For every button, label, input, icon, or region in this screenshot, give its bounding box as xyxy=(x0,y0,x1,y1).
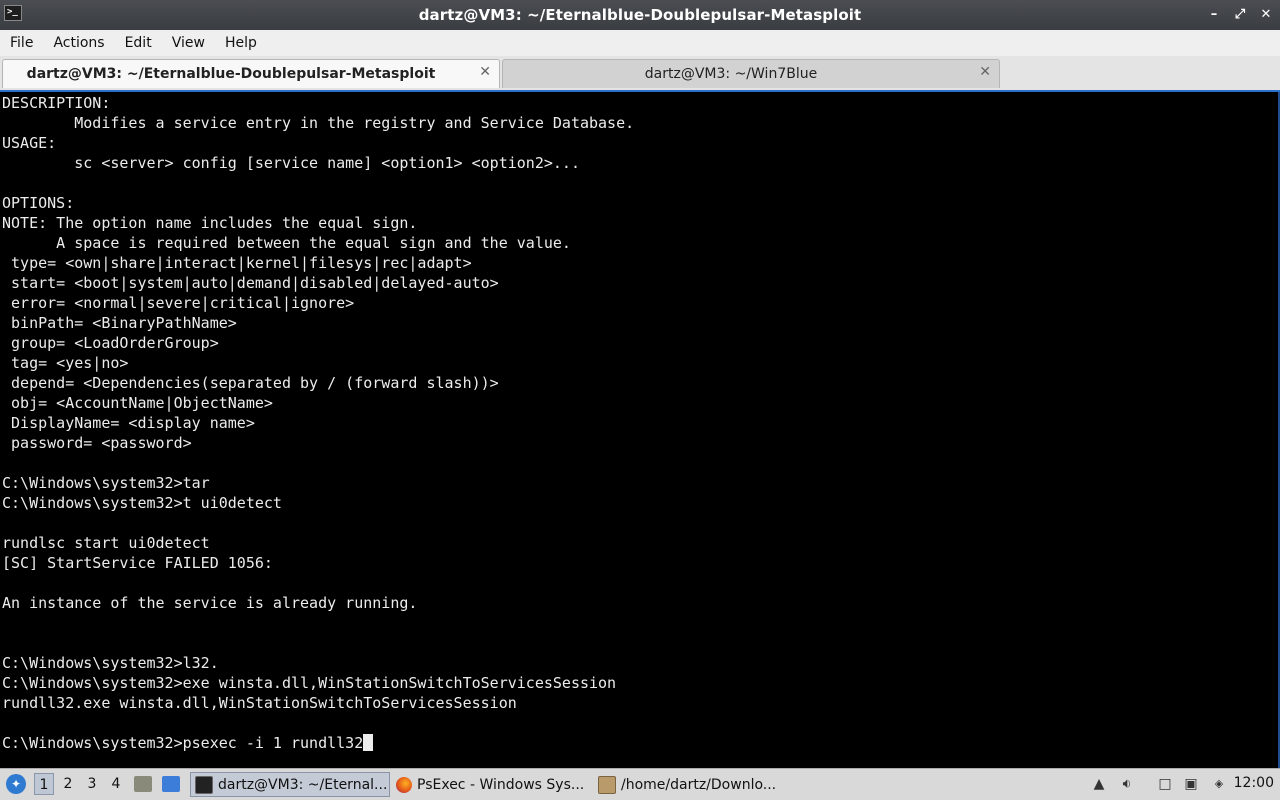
terminal-output[interactable]: DESCRIPTION: Modifies a service entry in… xyxy=(0,90,1280,768)
window-controls: – ⤢ ✕ xyxy=(1208,7,1272,22)
network-icon[interactable]: ▣ xyxy=(1182,775,1200,793)
volume-icon[interactable]: 🔉︎ xyxy=(1118,775,1136,793)
taskbar: ✦ 1 2 3 4 dartz@VM3: ~/Eternal... PsExec… xyxy=(0,768,1280,800)
terminal-line: An instance of the service is already ru… xyxy=(2,594,418,612)
terminal-line: rundlsc start ui0detect xyxy=(2,534,210,552)
task-terminal[interactable]: dartz@VM3: ~/Eternal... xyxy=(190,772,390,797)
close-icon[interactable]: ✕ xyxy=(1260,7,1272,22)
tab-label: dartz@VM3: ~/Win7Blue xyxy=(644,66,818,82)
workspace-1[interactable]: 1 xyxy=(34,773,54,795)
terminal-line: OPTIONS: xyxy=(2,194,75,212)
file-manager-icon[interactable] xyxy=(134,776,152,792)
terminal-line: binPath= <BinaryPathName> xyxy=(2,314,237,332)
tab-win7blue[interactable]: dartz@VM3: ~/Win7Blue ✕ xyxy=(502,59,1000,88)
terminal-line: error= <normal|severe|critical|ignore> xyxy=(2,294,355,312)
minimize-icon[interactable]: – xyxy=(1208,7,1220,22)
archive-icon xyxy=(598,775,616,794)
terminal-line: password= <password> xyxy=(2,434,192,452)
terminal-line: A space is required between the equal si… xyxy=(2,234,571,252)
terminal-line: start= <boot|system|auto|demand|disabled… xyxy=(2,274,499,292)
notification-icon[interactable]: ▲ xyxy=(1090,775,1108,793)
menubar: File Actions Edit View Help xyxy=(0,30,1280,56)
menu-file[interactable]: File xyxy=(0,35,43,51)
clock: 12:00 xyxy=(1233,775,1274,791)
terminal-line: C:\Windows\system32>t ui0detect xyxy=(2,494,282,512)
task-label: /home/dartz/Downlo... xyxy=(621,776,777,793)
menu-view[interactable]: View xyxy=(162,35,215,51)
terminal-line: NOTE: The option name includes the equal… xyxy=(2,214,418,232)
terminal-line: C:\Windows\system32>exe winsta.dll,WinSt… xyxy=(2,674,617,692)
menu-edit[interactable]: Edit xyxy=(115,35,162,51)
terminal-line: Modifies a service entry in the registry… xyxy=(2,114,635,132)
updates-icon[interactable]: ◈ xyxy=(1210,775,1228,793)
workspace-3[interactable]: 3 xyxy=(82,773,102,795)
terminal-line: tag= <yes|no> xyxy=(2,354,129,372)
terminal-line: group= <LoadOrderGroup> xyxy=(2,334,219,352)
terminal-line: USAGE: xyxy=(2,134,57,152)
terminal-line: C:\Windows\system32>l32. xyxy=(2,654,219,672)
terminal-line: type= <own|share|interact|kernel|filesys… xyxy=(2,254,472,272)
terminal-cursor xyxy=(363,734,374,751)
workspace-4[interactable]: 4 xyxy=(106,773,126,795)
task-label: PsExec - Windows Sys... xyxy=(417,776,585,793)
clipboard-icon[interactable]: □ xyxy=(1156,775,1174,793)
menu-actions[interactable]: Actions xyxy=(43,35,114,51)
tab-bar: dartz@VM3: ~/Eternalblue-Doublepulsar-Me… xyxy=(0,56,1280,91)
firefox-icon xyxy=(396,776,412,793)
window-title: dartz@VM3: ~/Eternalblue-Doublepulsar-Me… xyxy=(418,6,862,24)
terminal-line: [SC] StartService FAILED 1056: xyxy=(2,554,273,572)
terminal-line: DESCRIPTION: xyxy=(2,94,111,112)
restore-icon[interactable]: ⤢ xyxy=(1234,7,1246,22)
workspace-2[interactable]: 2 xyxy=(58,773,78,795)
terminal-line: C:\Windows\system32>psexec -i 1 rundll32 xyxy=(2,733,374,753)
menu-help[interactable]: Help xyxy=(215,35,267,51)
terminal-icon xyxy=(195,775,213,794)
close-icon[interactable]: ✕ xyxy=(979,64,991,80)
start-menu-icon[interactable]: ✦ xyxy=(6,774,26,794)
terminal-line: DisplayName= <display name> xyxy=(2,414,255,432)
tab-eternalblue[interactable]: dartz@VM3: ~/Eternalblue-Doublepulsar-Me… xyxy=(2,59,500,88)
task-label: dartz@VM3: ~/Eternal... xyxy=(218,776,388,793)
close-icon[interactable]: ✕ xyxy=(479,64,491,80)
terminal-line: sc <server> config [service name] <optio… xyxy=(2,154,580,172)
task-file-manager[interactable]: /home/dartz/Downlo... xyxy=(594,772,794,797)
task-firefox[interactable]: PsExec - Windows Sys... xyxy=(392,772,592,797)
window-titlebar[interactable]: >_ dartz@VM3: ~/Eternalblue-Doublepulsar… xyxy=(0,0,1280,30)
show-desktop-icon[interactable] xyxy=(162,776,180,792)
terminal-line: C:\Windows\system32>tar xyxy=(2,474,210,492)
terminal-line: rundll32.exe winsta.dll,WinStationSwitch… xyxy=(2,694,517,712)
tab-label: dartz@VM3: ~/Eternalblue-Doublepulsar-Me… xyxy=(26,66,436,82)
terminal-line: obj= <AccountName|ObjectName> xyxy=(2,394,273,412)
terminal-line: depend= <Dependencies(separated by / (fo… xyxy=(2,374,499,392)
